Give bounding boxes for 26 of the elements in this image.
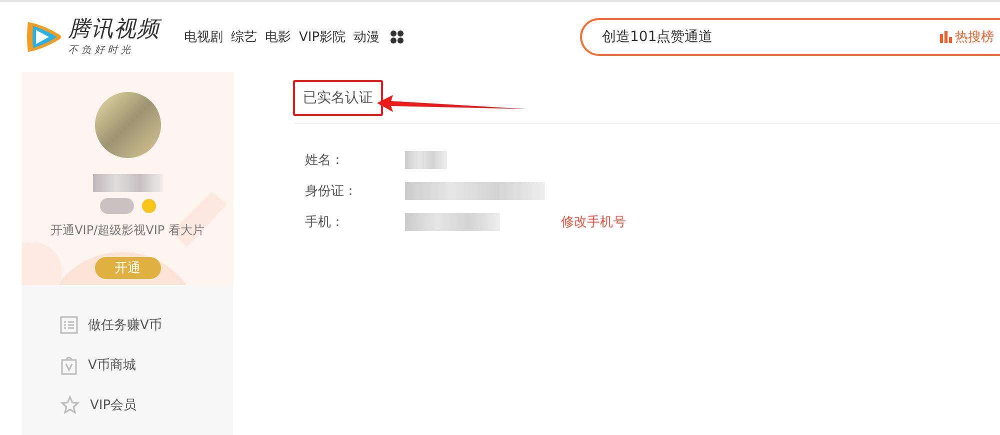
field-label: 姓名： (305, 152, 345, 168)
grid-menu-icon[interactable] (390, 30, 404, 44)
nav-link[interactable]: 电视剧 (184, 28, 223, 46)
star-icon (60, 395, 80, 415)
sidebar-item[interactable]: 做任务赚V币 (60, 305, 233, 345)
sidebar-item[interactable]: V币商城 (60, 345, 233, 385)
logo-slogan: 不 负 好 时 光 (68, 44, 132, 57)
bar-chart-icon (940, 31, 952, 43)
field-label: 手机： (305, 214, 345, 230)
vip-prompt: 开通VIP/超级影视VIP 看大片 (50, 222, 204, 239)
logo-icon (24, 19, 64, 55)
field-label: 身份证： (305, 182, 358, 200)
nav-link[interactable]: 电影 (265, 28, 291, 46)
search-field[interactable]: 创造101点赞通道 热搜榜 (580, 18, 1000, 56)
list-icon (60, 316, 78, 334)
shopping-bag-icon (60, 355, 78, 375)
nav-link[interactable]: 动漫 (354, 28, 380, 46)
section-title: 已实名认证 (293, 80, 383, 116)
vip-badge-icon (142, 199, 156, 213)
sidebar-item[interactable]: VIP会员 (60, 385, 233, 425)
logo-title: 腾讯视频 (68, 17, 160, 43)
nav-link[interactable]: 综艺 (231, 28, 257, 46)
redacted-level-badge (100, 198, 134, 214)
redacted-value (405, 150, 447, 168)
redacted-username (92, 174, 162, 192)
nav-link[interactable]: VIP影院 (299, 28, 346, 46)
